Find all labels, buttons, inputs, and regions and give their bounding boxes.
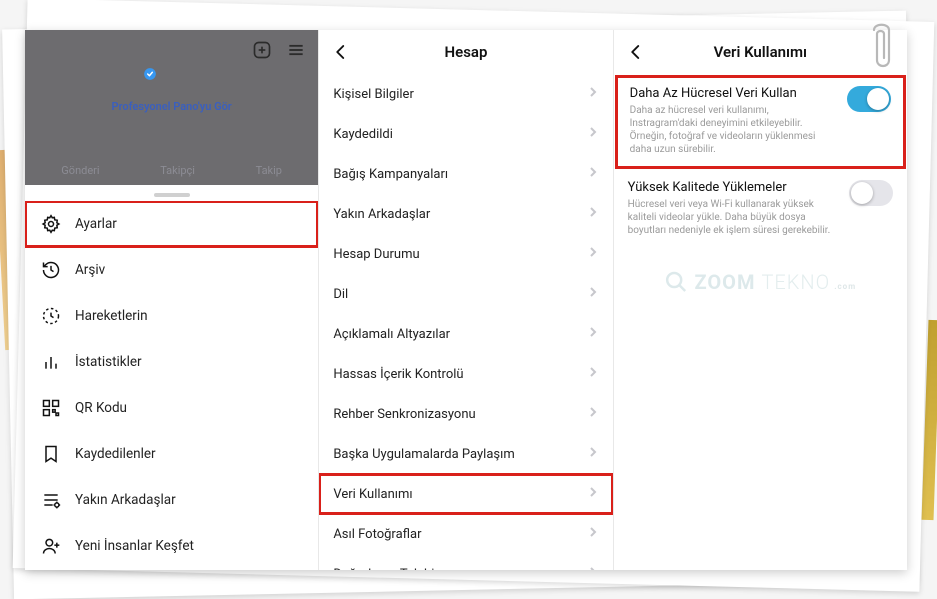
bookmark-icon [41,444,61,464]
page-title: Hesap [445,43,488,61]
back-button[interactable] [624,40,648,64]
watermark-suffix: .com [834,282,856,291]
settings-item[interactable]: Rehber Senkronizasyonu [319,394,612,434]
settings-item-label: Başka Uygulamalarda Paylaşım [333,447,514,462]
settings-item[interactable]: Veri Kullanımı [319,474,612,514]
settings-item-label: Kişisel Bilgiler [333,87,414,102]
sheet-item-gear[interactable]: Ayarlar [25,201,318,247]
page-title: Veri Kullanımı [714,43,808,61]
history-icon [41,260,61,280]
sheet-item-label: Kaydedilenler [75,446,156,462]
settings-item-label: Hassas İçerik Kontrolü [333,367,463,382]
sheet-item-activity[interactable]: Hareketlerin [25,293,318,339]
watermark-text-2: TEKNO [761,270,830,294]
chevron-right-icon [589,86,597,102]
settings-item-label: Doğrulama Talebi [333,567,434,571]
account-settings-list: Kişisel Bilgiler Kaydedildi Bağış Kampanya… [319,74,612,570]
sheet-item-label: İstatistikler [75,354,142,370]
settings-item-label: Dil [333,287,348,302]
sheet-item-label: Yeni İnsanlar Keşfet [75,538,194,554]
chevron-right-icon [589,526,597,542]
qr-icon [41,398,61,418]
settings-item[interactable]: Hassas İçerik Kontrolü [319,354,612,394]
panel-data-usage: Veri Kullanımı Daha Az Hücresel Veri Kul… [614,30,907,570]
settings-item[interactable]: Doğrulama Talebi [319,554,612,570]
sheet-item-label: Hareketlerin [75,308,148,324]
tab-followers[interactable]: Takipçi [160,164,195,177]
hamburger-menu-icon[interactable] [286,40,306,64]
stats-icon [41,352,61,372]
chevron-right-icon [589,566,597,570]
chevron-right-icon [589,486,597,502]
sheet-item-adduser[interactable]: Yeni İnsanlar Keşfet [25,523,318,569]
settings-item[interactable]: Başka Uygulamalarda Paylaşım [319,434,612,474]
tab-following[interactable]: Takip [256,164,282,177]
settings-item[interactable]: Dil [319,274,612,314]
sheet-item-label: Arşiv [75,262,105,278]
settings-item-label: Yakın Arkadaşlar [333,207,430,222]
settings-item[interactable]: Hesap Durumu [319,234,612,274]
verified-badge-icon [143,66,157,80]
settings-item[interactable]: Kaydedildi [319,114,612,154]
sheet-item-covid[interactable]: COVID-19 Bilgi Merkezi [25,569,318,570]
settings-item-label: Asıl Fotoğraflar [333,527,421,542]
sheet-item-label: Yakın Arkadaşlar [75,492,176,508]
toggle-row: Yüksek Kalitede Yüklemeler Hücresel veri … [614,170,907,249]
paperclip-icon [867,18,897,73]
sheet-item-history[interactable]: Arşiv [25,247,318,293]
chevron-right-icon [589,166,597,182]
settings-item-label: Açıklamalı Altyazılar [333,327,450,342]
profile-menu-list: Ayarlar Arşiv Hareketlerin İstatistikler QR … [25,201,318,570]
chevron-right-icon [589,126,597,142]
chevron-right-icon [589,206,597,222]
chevron-right-icon [589,286,597,302]
sheet-drag-handle[interactable] [154,193,190,197]
chevron-right-icon [589,366,597,382]
settings-item-label: Rehber Senkronizasyonu [333,407,475,422]
settings-item-label: Veri Kullanımı [333,487,412,502]
sheet-item-stats[interactable]: İstatistikler [25,339,318,385]
sheet-item-bookmark[interactable]: Kaydedilenler [25,431,318,477]
settings-item-label: Kaydedildi [333,127,393,142]
settings-item[interactable]: Bağış Kampanyaları [319,154,612,194]
magnifier-icon [665,270,689,294]
watermark: ZOOM TEKNO .com [665,270,857,294]
toggle-subtitle: Hücresel veri veya Wi-Fi kullanarak yüks… [628,198,839,237]
watermark-text-1: ZOOM [695,270,756,294]
sheet-item-label: Ayarlar [75,216,117,232]
chevron-right-icon [589,446,597,462]
closefriends-icon [41,490,61,510]
toggle-switch[interactable] [847,86,891,112]
settings-item[interactable]: Kişisel Bilgiler [319,74,612,114]
toggle-title: Daha Az Hücresel Veri Kullan [630,86,837,101]
panel-profile: Profesyonel Pano'yu Gör Gönderi Takipçi … [25,30,319,570]
settings-item-label: Hesap Durumu [333,247,419,262]
toggle-switch[interactable] [849,180,893,206]
settings-item[interactable]: Yakın Arkadaşlar [319,194,612,234]
sheet-item-closefriends[interactable]: Yakın Arkadaşlar [25,477,318,523]
chevron-right-icon [589,326,597,342]
settings-item-label: Bağış Kampanyaları [333,167,448,182]
gear-icon [41,214,61,234]
sheet-item-label: QR Kodu [75,400,127,416]
settings-item[interactable]: Asıl Fotoğraflar [319,514,612,554]
chevron-right-icon [589,246,597,262]
back-button[interactable] [329,40,353,64]
toggle-row: Daha Az Hücresel Veri Kullan Daha az hücr… [616,76,905,168]
panel-account: Hesap Kişisel Bilgiler Kaydedildi Bağış Ka… [319,30,613,570]
tab-posts[interactable]: Gönderi [61,164,99,177]
chevron-right-icon [589,406,597,422]
settings-item[interactable]: Açıklamalı Altyazılar [319,314,612,354]
toggle-title: Yüksek Kalitede Yüklemeler [628,180,839,195]
profile-header: Profesyonel Pano'yu Gör Gönderi Takipçi … [25,30,318,185]
activity-icon [41,306,61,326]
toggle-subtitle: Daha az hücresel veri kullanımı, Instrag… [630,104,837,156]
professional-dashboard-link[interactable]: Profesyonel Pano'yu Gör [112,100,232,113]
adduser-icon [41,536,61,556]
data-usage-options: Daha Az Hücresel Veri Kullan Daha az hücr… [614,74,907,249]
add-post-icon[interactable] [252,40,272,64]
sheet-item-qr[interactable]: QR Kodu [25,385,318,431]
